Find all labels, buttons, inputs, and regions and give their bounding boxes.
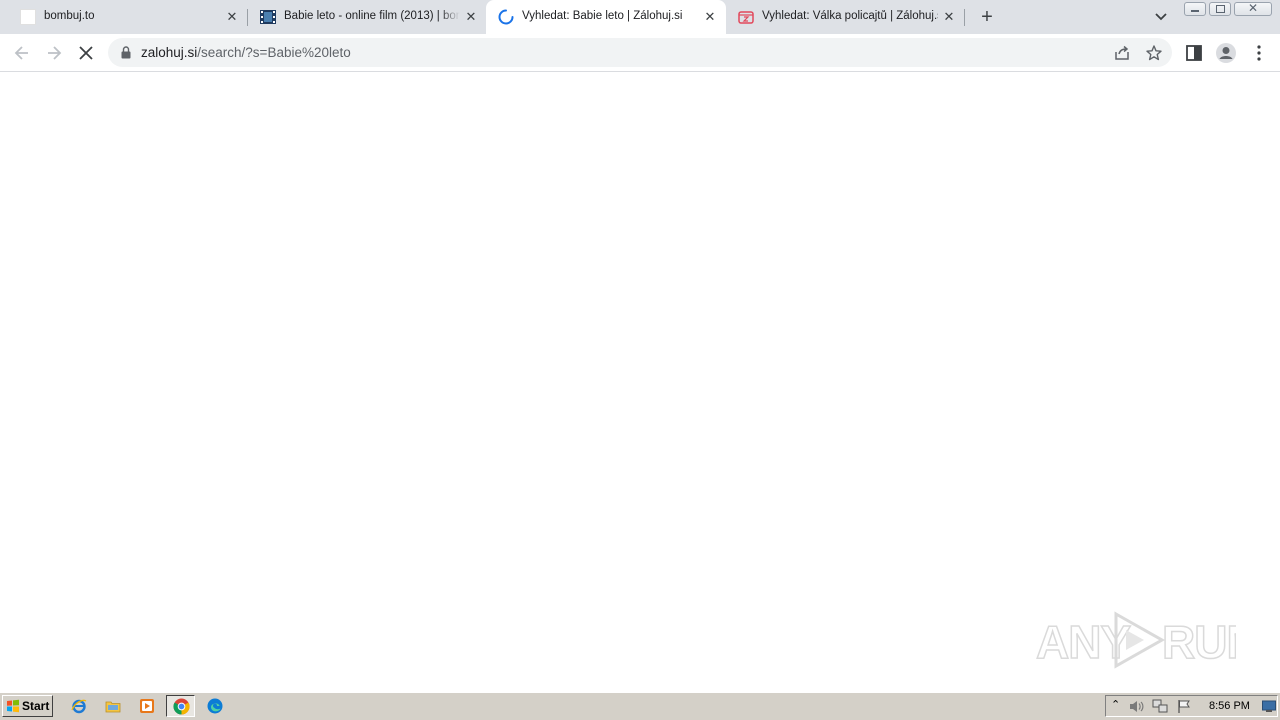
tab-strip: bombuj.to ✕ Babie leto - online film (20… — [0, 0, 1280, 34]
show-desktop-icon[interactable] — [1262, 700, 1276, 713]
profile-avatar-icon[interactable] — [1215, 42, 1237, 64]
edge-icon — [207, 698, 223, 714]
network-icon[interactable] — [1152, 699, 1169, 714]
speaker-volume-icon[interactable] — [1128, 699, 1144, 714]
file-explorer-icon — [105, 701, 121, 713]
zalohuj-logo-icon — [738, 11, 754, 24]
taskbar-edge[interactable] — [202, 695, 228, 717]
close-window-button[interactable]: ✕ — [1234, 1, 1272, 16]
tab-vyhledat-valka-policajtu[interactable]: Vyhledat: Válka policajtů | Zálohuj.si ✕ — [726, 0, 964, 34]
start-button[interactable]: Start — [2, 695, 53, 717]
page-content — [0, 72, 1280, 692]
minimize-button[interactable] — [1184, 2, 1206, 16]
more-menu-icon[interactable] — [1249, 43, 1269, 63]
tab-search-chevron-icon[interactable] — [1152, 8, 1170, 26]
blank-page-icon — [20, 9, 36, 25]
tab-title: Babie leto - online film (2013) | bombuj — [284, 10, 460, 22]
anyrun-watermark-logo: ANY RUN — [1036, 611, 1236, 669]
taskbar-file-explorer[interactable] — [100, 695, 126, 717]
url-host: zalohuj.si — [141, 45, 198, 60]
browser-toolbar: zalohuj.si/search/?s=Babie%20leto — [0, 34, 1280, 72]
share-icon[interactable] — [1113, 44, 1131, 62]
new-tab-button[interactable]: + — [977, 7, 997, 27]
taskbar-chrome[interactable] — [166, 695, 195, 717]
close-tab-icon[interactable]: ✕ — [224, 9, 240, 25]
tab-title: bombuj.to — [44, 10, 95, 22]
close-tab-icon[interactable]: ✕ — [941, 9, 957, 25]
start-label: Start — [22, 699, 50, 713]
watermark-text-run: RUN — [1162, 616, 1236, 668]
taskbar-internet-explorer[interactable] — [66, 695, 92, 717]
close-tab-icon[interactable]: ✕ — [702, 9, 718, 25]
action-center-flag-icon[interactable] — [1177, 699, 1192, 714]
tab-bombuj[interactable]: bombuj.to ✕ — [8, 0, 246, 34]
url-text[interactable]: zalohuj.si/search/?s=Babie%20leto — [141, 45, 351, 60]
close-tab-icon[interactable]: ✕ — [463, 9, 479, 25]
clock[interactable]: 8:56 PM — [1209, 700, 1250, 712]
address-bar[interactable]: zalohuj.si/search/?s=Babie%20leto — [108, 38, 1172, 67]
film-strip-icon — [260, 10, 276, 24]
windows-taskbar: Start ⌃ 8:56 PM — [0, 692, 1280, 720]
tab-title: Vyhledat: Válka policajtů | Zálohuj.si — [762, 10, 938, 22]
stop-loading-icon[interactable] — [76, 43, 96, 63]
forward-arrow-icon[interactable] — [44, 43, 64, 63]
system-tray: ⌃ 8:56 PM — [1105, 695, 1278, 717]
tab-vyhledat-babie-leto[interactable]: Vyhledat: Babie leto | Zálohuj.si ✕ — [486, 0, 726, 34]
side-panel-icon[interactable] — [1184, 43, 1204, 63]
tab-title: Vyhledat: Babie leto | Zálohuj.si — [522, 10, 683, 22]
bookmark-star-icon[interactable] — [1145, 44, 1163, 62]
tab-babie-leto-film[interactable]: Babie leto - online film (2013) | bombuj… — [248, 0, 486, 34]
chrome-icon — [173, 698, 190, 715]
windows-logo-icon — [7, 699, 19, 713]
taskbar-media-player[interactable] — [134, 695, 160, 717]
tab-separator — [964, 9, 965, 26]
media-player-icon — [140, 699, 154, 713]
url-path: /search/?s=Babie%20leto — [197, 45, 351, 60]
internet-explorer-icon — [71, 699, 87, 714]
loading-spinner-icon — [498, 9, 514, 25]
show-hidden-icons-icon[interactable]: ⌃ — [1111, 698, 1120, 711]
lock-icon[interactable] — [120, 46, 132, 59]
back-arrow-icon[interactable] — [12, 43, 32, 63]
maximize-button[interactable] — [1209, 2, 1231, 16]
